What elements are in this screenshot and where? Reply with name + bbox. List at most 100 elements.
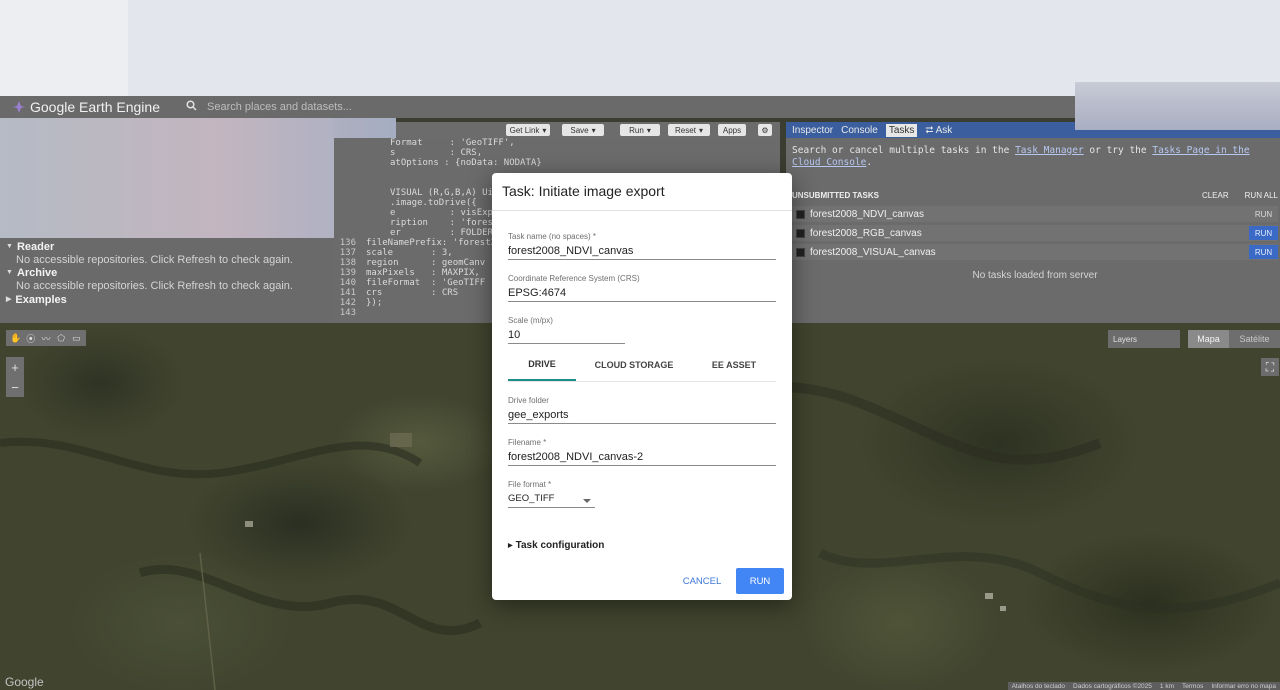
task-name-input[interactable]: forest2008_NDVI_canvas [508,244,776,260]
map-data-text: Dados cartográficos ©2025 [1073,682,1152,690]
blurred-region [0,0,128,96]
zoom-control: + − [6,357,24,397]
scale-field[interactable]: Scale (m/px) 10 [508,316,625,344]
field-label: Task name (no spaces) * [508,232,597,241]
chevron-down-icon: ▾ [646,125,651,135]
task-name-field[interactable]: Task name (no spaces) * forest2008_NDVI_… [508,232,776,260]
scale-bar[interactable]: 1 km [1160,683,1174,690]
drive-folder-input[interactable]: gee_exports [508,408,776,424]
rectangle-icon[interactable]: ▭ [70,332,83,344]
run-button[interactable]: Run ▾ [620,124,660,136]
code-line: atOptions : {noData: NODATA} [390,158,542,168]
zoom-out-button[interactable]: − [6,377,24,397]
no-tasks-message: No tasks loaded from server [972,270,1098,281]
code-line: ription : 'forest2 [390,218,504,228]
code-line: e : visExp, [390,208,499,218]
code-line: 143 [339,308,356,318]
filename-field[interactable]: Filename * forest2008_NDVI_canvas-2 [508,438,776,466]
chevron-down-icon: ▾ [542,125,547,135]
zoom-in-button[interactable]: + [6,357,24,377]
field-label: Scale (m/px) [508,316,553,325]
map-type-satellite-button[interactable]: Satélite [1229,330,1280,348]
reset-button[interactable]: Reset ▾ [668,124,710,136]
tab-tasks[interactable]: Tasks [885,123,918,137]
tab-inspector[interactable]: Inspector [792,125,833,136]
tab-ask[interactable]: ⮂ Ask [925,125,952,136]
polyline-icon[interactable]: 〰 [39,332,52,344]
code-line: 137 scale : 3, [339,248,453,258]
tasks-intro-text: Search or cancel multiple tasks in the T… [792,145,1250,168]
search-icon [186,100,197,114]
task-run-button[interactable]: RUN [1249,245,1278,259]
code-line: 138 region : geomCanv [339,258,486,268]
tree-message: No accessible repositories. Click Refres… [16,253,293,266]
settings-gear-icon[interactable]: ⚙ [758,124,772,136]
map-type-map-button[interactable]: Mapa [1188,330,1229,348]
tree-item-reader[interactable]: ▼ Reader [6,241,328,254]
code-line: er : FOLDER, [390,228,499,238]
chevron-down-icon: ▾ [698,125,703,135]
image-task-icon [796,247,805,257]
field-label: Filename * [508,438,547,447]
code-line: .image.toDrive({ [390,198,477,208]
crs-field[interactable]: Coordinate Reference System (CRS) EPSG:4… [508,274,776,302]
drive-folder-field[interactable]: Drive folder gee_exports [508,396,776,424]
ask-icon: ⮂ [925,124,934,136]
tree-message: No accessible repositories. Click Refres… [16,280,293,293]
field-label: Drive folder [508,396,549,405]
chevron-down-icon: ▾ [591,125,596,135]
code-line: Format : 'GeoTIFF', [390,138,515,148]
task-row: forest2008_RGB_canvas RUN [792,225,1278,241]
tree-item-examples[interactable]: ▶ Examples [6,294,328,307]
task-manager-link[interactable]: Task Manager [1015,145,1084,156]
report-error-link[interactable]: Informar erro no mapa [1211,683,1276,690]
google-watermark: Google [5,675,44,689]
task-run-button[interactable]: RUN [1249,207,1278,221]
app-title: Google Earth Engine [30,99,160,115]
save-button[interactable]: Save ▾ [562,124,604,136]
run-button[interactable]: RUN [736,568,784,594]
destination-tabs: DRIVE CLOUD STORAGE EE ASSET [508,349,776,382]
blurred-region [1075,82,1280,130]
scale-input[interactable]: 10 [508,328,625,344]
dialog-title: Task: Initiate image export [502,183,665,199]
tab-console[interactable]: Console [841,125,878,136]
app-logo[interactable]: Google Earth Engine [12,97,160,117]
unsubmitted-tasks-header: UNSUBMITTED TASKS CLEAR RUN ALL [792,191,1278,200]
file-format-select[interactable]: GEO_TIFF [508,492,595,508]
search-input[interactable]: Search places and datasets... [207,101,352,113]
export-image-dialog: Task: Initiate image export Task name (n… [492,173,792,600]
filename-input[interactable]: forest2008_NDVI_canvas-2 [508,450,776,466]
cancel-button[interactable]: CANCEL [680,569,724,593]
tab-ee-asset[interactable]: EE ASSET [692,349,776,381]
get-link-button[interactable]: Get Link ▾ [506,124,550,136]
task-configuration-toggle[interactable]: ▶ Task configuration [508,540,604,551]
marker-icon[interactable]: ⦿ [24,332,37,344]
run-all-button[interactable]: RUN ALL [1245,191,1278,200]
keyboard-shortcuts-link[interactable]: Atalhos do teclado [1012,683,1065,690]
apps-button[interactable]: Apps [718,124,746,136]
fullscreen-icon[interactable]: ⛶ [1261,358,1279,376]
layers-button[interactable]: Layers [1108,330,1180,348]
caret-down-icon: ▼ [6,243,13,250]
code-line: 136 fileNamePrefix: 'forest2 [339,238,497,248]
map-attribution: Atalhos do teclado Dados cartográficos ©… [1007,682,1280,690]
crs-input[interactable]: EPSG:4674 [508,286,776,302]
map-type-toggle: Mapa Satélite [1188,330,1280,348]
clear-button[interactable]: CLEAR [1202,191,1229,200]
search-box[interactable]: Search places and datasets... [186,97,352,117]
polygon-icon[interactable]: ⬠ [55,332,68,344]
pan-hand-icon[interactable]: ✋ [9,332,22,344]
image-task-icon [796,228,805,238]
code-editor-toolbar: Get Link ▾ Save ▾ Run ▾ Reset ▾ Apps ⚙ [396,122,780,138]
field-label: File format * [508,480,552,489]
terms-link[interactable]: Termos [1182,683,1203,690]
code-line: VISUAL (R,G,B,A) Uin [390,188,499,198]
task-row: forest2008_VISUAL_canvas RUN [792,244,1278,260]
tab-drive[interactable]: DRIVE [508,349,576,381]
file-format-field[interactable]: File format * GEO_TIFF [508,480,595,508]
tree-item-archive[interactable]: ▼ Archive [6,267,328,280]
tab-cloud-storage[interactable]: CLOUD STORAGE [576,349,692,381]
task-run-button[interactable]: RUN [1249,226,1278,240]
code-line: 141 crs : CRS [339,288,459,298]
